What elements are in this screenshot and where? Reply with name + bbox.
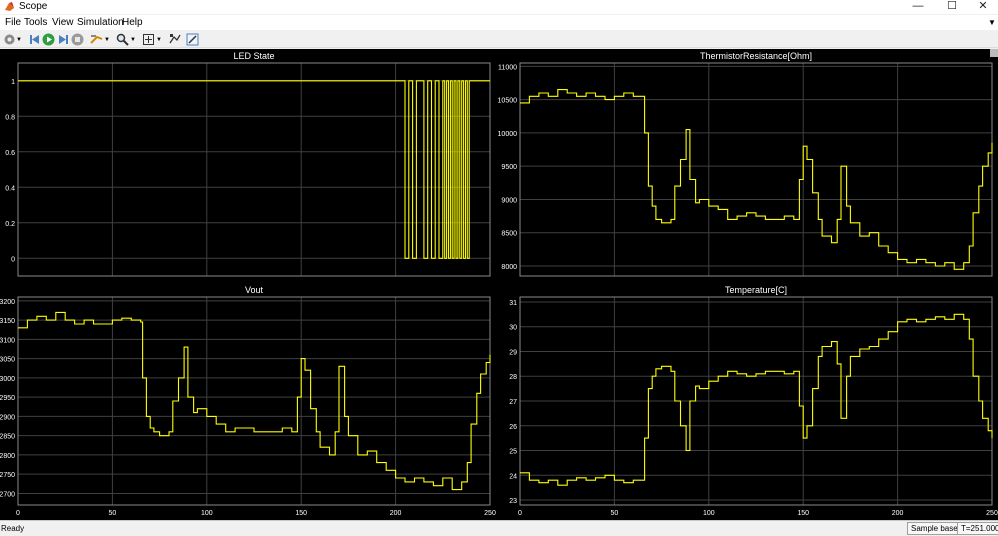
step-back-icon[interactable] [28,33,41,46]
highlight-dropdown-icon[interactable]: ▼ [104,37,110,43]
thermistor-resistance-ytick-label: 11000 [498,64,517,71]
menu-expand-icon[interactable]: ▼ [988,18,996,27]
menu-bar: File Tools View Simulation Help ▼ [0,15,998,30]
step-forward-icon[interactable] [57,33,70,46]
highlight-icon[interactable] [90,33,103,46]
led-state-ytick-label: 1 [11,79,15,86]
vout-xtick-label: 0 [16,510,20,517]
vout-xtick-label: 100 [201,510,213,517]
led-state-ytick-label: 0.4 [5,185,15,192]
close-button[interactable]: ✕ [968,0,998,14]
simulation-time: T=251.000 [957,522,998,535]
led-state-ytick-label: 0.8 [5,114,15,121]
title-bar: Scope — ☐ ✕ [0,0,998,14]
zoom-dropdown-icon[interactable]: ▼ [130,37,136,43]
led-state-ytick-label: 0.6 [5,150,15,157]
matlab-icon [5,2,14,11]
vout-xtick-label: 200 [390,510,402,517]
vout-ytick-label: 2700 [0,491,15,498]
temperature-xtick-label: 100 [703,510,715,517]
vout-ytick-label: 2750 [0,472,15,479]
vout-ytick-label: 3100 [0,337,15,344]
menu-file[interactable]: File [5,17,21,28]
thermistor-resistance-ytick-label: 10500 [498,98,518,105]
scope-plot-area: LED State 0 0.2 0.4 0.6 0.8 1 ThermistorResista… [0,49,998,520]
temperature-ytick-label: 30 [509,325,517,332]
vout-ytick-label: 2800 [0,453,15,460]
temperature-ytick-label: 29 [509,349,517,356]
temperature-xtick-label: 150 [797,510,809,517]
temperature-ytick-label: 27 [509,399,517,406]
temperature-ytick-label: 28 [509,374,517,381]
thermistor-resistance-ytick-label: 8500 [501,231,517,238]
vout-ytick-label: 2850 [0,434,15,441]
stop-icon[interactable] [71,33,84,46]
thermistor-resistance-title: ThermistorResistance[Ohm] [700,51,812,61]
vout-ytick-label: 3000 [0,376,15,383]
zoom-icon[interactable] [116,33,129,46]
status-text: Ready [1,524,25,533]
cursor-measurement-icon[interactable] [168,33,181,46]
undock-icon[interactable] [990,49,998,57]
vout-xtick-label: 50 [109,510,117,517]
menu-help[interactable]: Help [122,17,143,28]
fit-axes-icon[interactable] [142,33,155,46]
fit-dropdown-icon[interactable]: ▼ [156,37,162,43]
status-bar: Ready Sample based T=251.000 [0,520,998,536]
toolbar: ▼ ▼ ▼ ▼ [0,31,998,48]
scope-figure: LED State 0 0.2 0.4 0.6 0.8 1 ThermistorResista… [0,49,998,520]
temperature-ytick-label: 24 [509,473,517,480]
vout-ytick-label: 2900 [0,414,15,421]
vout-ytick-label: 2950 [0,395,15,402]
vout-xtick-label: 150 [295,510,307,517]
window-title: Scope [19,1,48,12]
menu-view[interactable]: View [52,17,74,28]
thermistor-resistance-ytick-label: 9500 [501,164,517,171]
vout-ytick-label: 3050 [0,357,15,364]
style-icon[interactable] [186,33,199,46]
temperature-ytick-label: 31 [509,300,517,307]
led-state-ytick-label: 0 [11,256,15,263]
led-state-title: LED State [233,51,274,61]
thermistor-resistance-ytick-label: 8000 [501,264,517,271]
temperature-xtick-label: 250 [986,510,998,517]
temperature-xtick-label: 0 [518,510,522,517]
vout-ytick-label: 3200 [0,299,15,306]
maximize-button[interactable]: ☐ [937,0,967,14]
menu-tools[interactable]: Tools [24,17,47,28]
vout-title: Vout [245,285,264,295]
vout-xtick-label: 250 [484,510,496,517]
settings-icon[interactable] [3,33,16,46]
temperature-ytick-label: 23 [509,498,517,505]
vout-ytick-label: 3150 [0,318,15,325]
run-icon[interactable] [42,33,55,46]
temperature-title: Temperature[C] [725,285,787,295]
temperature-xtick-label: 200 [892,510,904,517]
menu-simulation[interactable]: Simulation [77,17,124,28]
settings-dropdown-icon[interactable]: ▼ [16,37,22,43]
temperature-ytick-label: 26 [509,424,517,431]
minimize-button[interactable]: — [903,0,933,14]
temperature-xtick-label: 50 [611,510,619,517]
led-state-ytick-label: 0.2 [5,221,15,228]
temperature-ytick-label: 25 [509,449,517,456]
thermistor-resistance-ytick-label: 10000 [498,131,518,138]
thermistor-resistance-ytick-label: 9000 [501,197,517,204]
